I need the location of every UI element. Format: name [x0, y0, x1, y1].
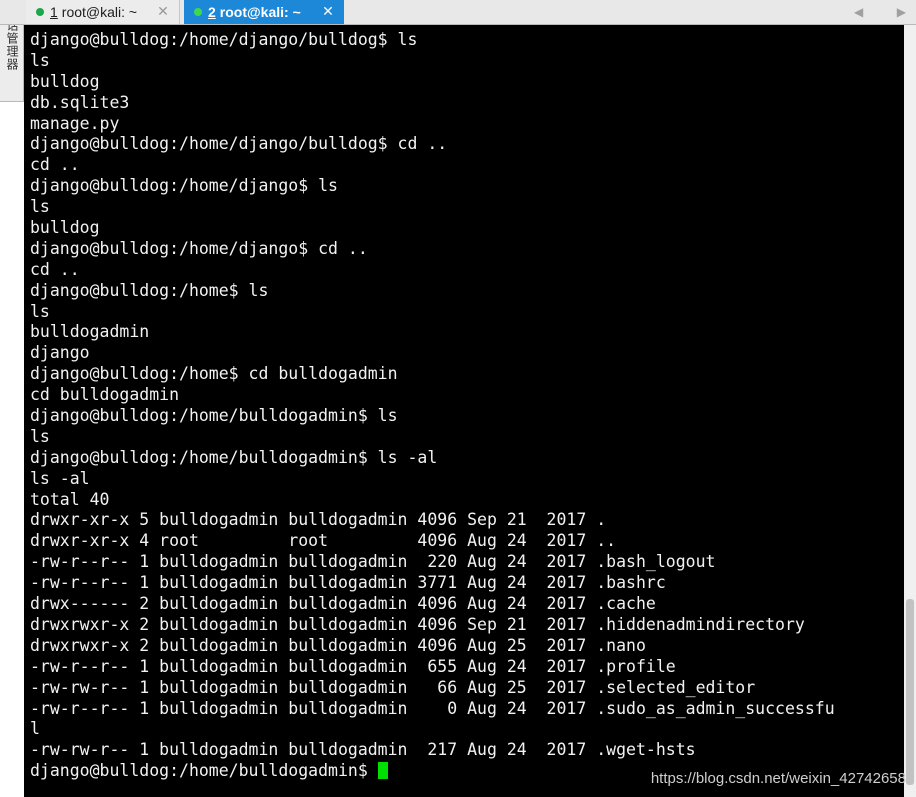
terminal-line: -rw-rw-r-- 1 bulldogadmin bulldogadmin 2…: [30, 740, 696, 760]
tab-navigation: ◀ ▶: [854, 2, 906, 22]
terminal-line: db.sqlite3: [30, 92, 130, 112]
terminal-line: ls: [30, 50, 50, 70]
terminal-line: django: [30, 343, 90, 363]
terminal-line: drwx------ 2 bulldogadmin bulldogadmin 4…: [30, 594, 656, 614]
tab-title: root@kali: ~: [61, 4, 138, 20]
close-icon[interactable]: ✕: [155, 3, 171, 19]
terminal-line: manage.py: [30, 113, 120, 133]
terminal-line: drwxr-xr-x 5 bulldogadmin bulldogadmin 4…: [30, 510, 607, 530]
terminal-line: -rw-r--r-- 1 bulldogadmin bulldogadmin 0…: [30, 698, 835, 718]
terminal-line: django@bulldog:/home/django/bulldog$ ls: [30, 30, 418, 49]
tab-2[interactable]: 2 root@kali: ~ ✕: [184, 0, 344, 24]
terminal-line: django@bulldog:/home/bulldogadmin$ ls: [30, 406, 398, 426]
terminal-line: cd bulldogadmin: [30, 385, 180, 405]
terminal-line: bulldog: [30, 71, 100, 91]
terminal-line: cd ..: [30, 259, 80, 279]
tab-1[interactable]: 1 root@kali: ~ ✕: [26, 0, 180, 24]
terminal-line: ls: [30, 426, 50, 446]
scroll-thumb[interactable]: [906, 599, 914, 785]
terminal-line: drwxr-xr-x 4 root root 4096 Aug 24 2017 …: [30, 531, 617, 551]
terminal-line: cd ..: [30, 155, 80, 175]
terminal-lines: django@bulldog:/home/django/bulldog$ ls l…: [30, 30, 835, 782]
close-icon[interactable]: ✕: [320, 3, 336, 19]
terminal-line: -rw-rw-r-- 1 bulldogadmin bulldogadmin 6…: [30, 677, 756, 697]
terminal-line: django@bulldog:/home/django$ ls: [30, 176, 338, 196]
terminal-line: -rw-r--r-- 1 bulldogadmin bulldogadmin 6…: [30, 656, 676, 676]
terminal-line: django@bulldog:/home$ ls: [30, 280, 269, 300]
tab-title: root@kali: ~: [219, 4, 301, 20]
terminal-line: django@bulldog:/home/django$ cd ..: [30, 238, 368, 258]
terminal-line: total 40: [30, 489, 110, 509]
terminal-output[interactable]: django@bulldog:/home/django/bulldog$ ls l…: [26, 25, 904, 795]
terminal-line: -rw-r--r-- 1 bulldogadmin bulldogadmin 3…: [30, 573, 666, 593]
tab-number: 2: [208, 4, 216, 20]
terminal-line: django@bulldog:/home/bulldogadmin$ ls -a…: [30, 447, 438, 467]
terminal-line: ls -al: [30, 468, 90, 488]
terminal-line: -rw-r--r-- 1 bulldogadmin bulldogadmin 2…: [30, 552, 716, 572]
connection-status-icon: [194, 8, 202, 16]
tab-bar: 1 root@kali: ~ ✕ 2 root@kali: ~ ✕ ◀ ▶: [0, 0, 916, 25]
chevron-left-icon[interactable]: ◀: [854, 5, 863, 19]
shell-prompt: django@bulldog:/home/bulldogadmin$: [30, 761, 378, 781]
terminal-line: bulldogadmin: [30, 322, 150, 342]
terminal-line: ls: [30, 301, 50, 321]
terminal-line: ls: [30, 197, 50, 217]
terminal-line: django@bulldog:/home/django/bulldog$ cd …: [30, 134, 448, 154]
watermark-url: https://blog.csdn.net/weixin_42742658: [650, 770, 906, 787]
text-cursor: [377, 762, 388, 780]
tab-number: 1: [50, 4, 58, 20]
chevron-right-icon[interactable]: ▶: [897, 5, 906, 19]
terminal-line: drwxrwxr-x 2 bulldogadmin bulldogadmin 4…: [30, 614, 805, 634]
terminal-line: django@bulldog:/home$ cd bulldogadmin: [30, 364, 398, 384]
terminal-line: bulldog: [30, 218, 100, 238]
terminal-line: drwxrwxr-x 2 bulldogadmin bulldogadmin 4…: [30, 635, 646, 655]
left-gutter: [0, 102, 24, 797]
vertical-scrollbar[interactable]: [904, 25, 916, 797]
connection-status-icon: [36, 8, 44, 16]
terminal-line: l: [30, 719, 40, 739]
